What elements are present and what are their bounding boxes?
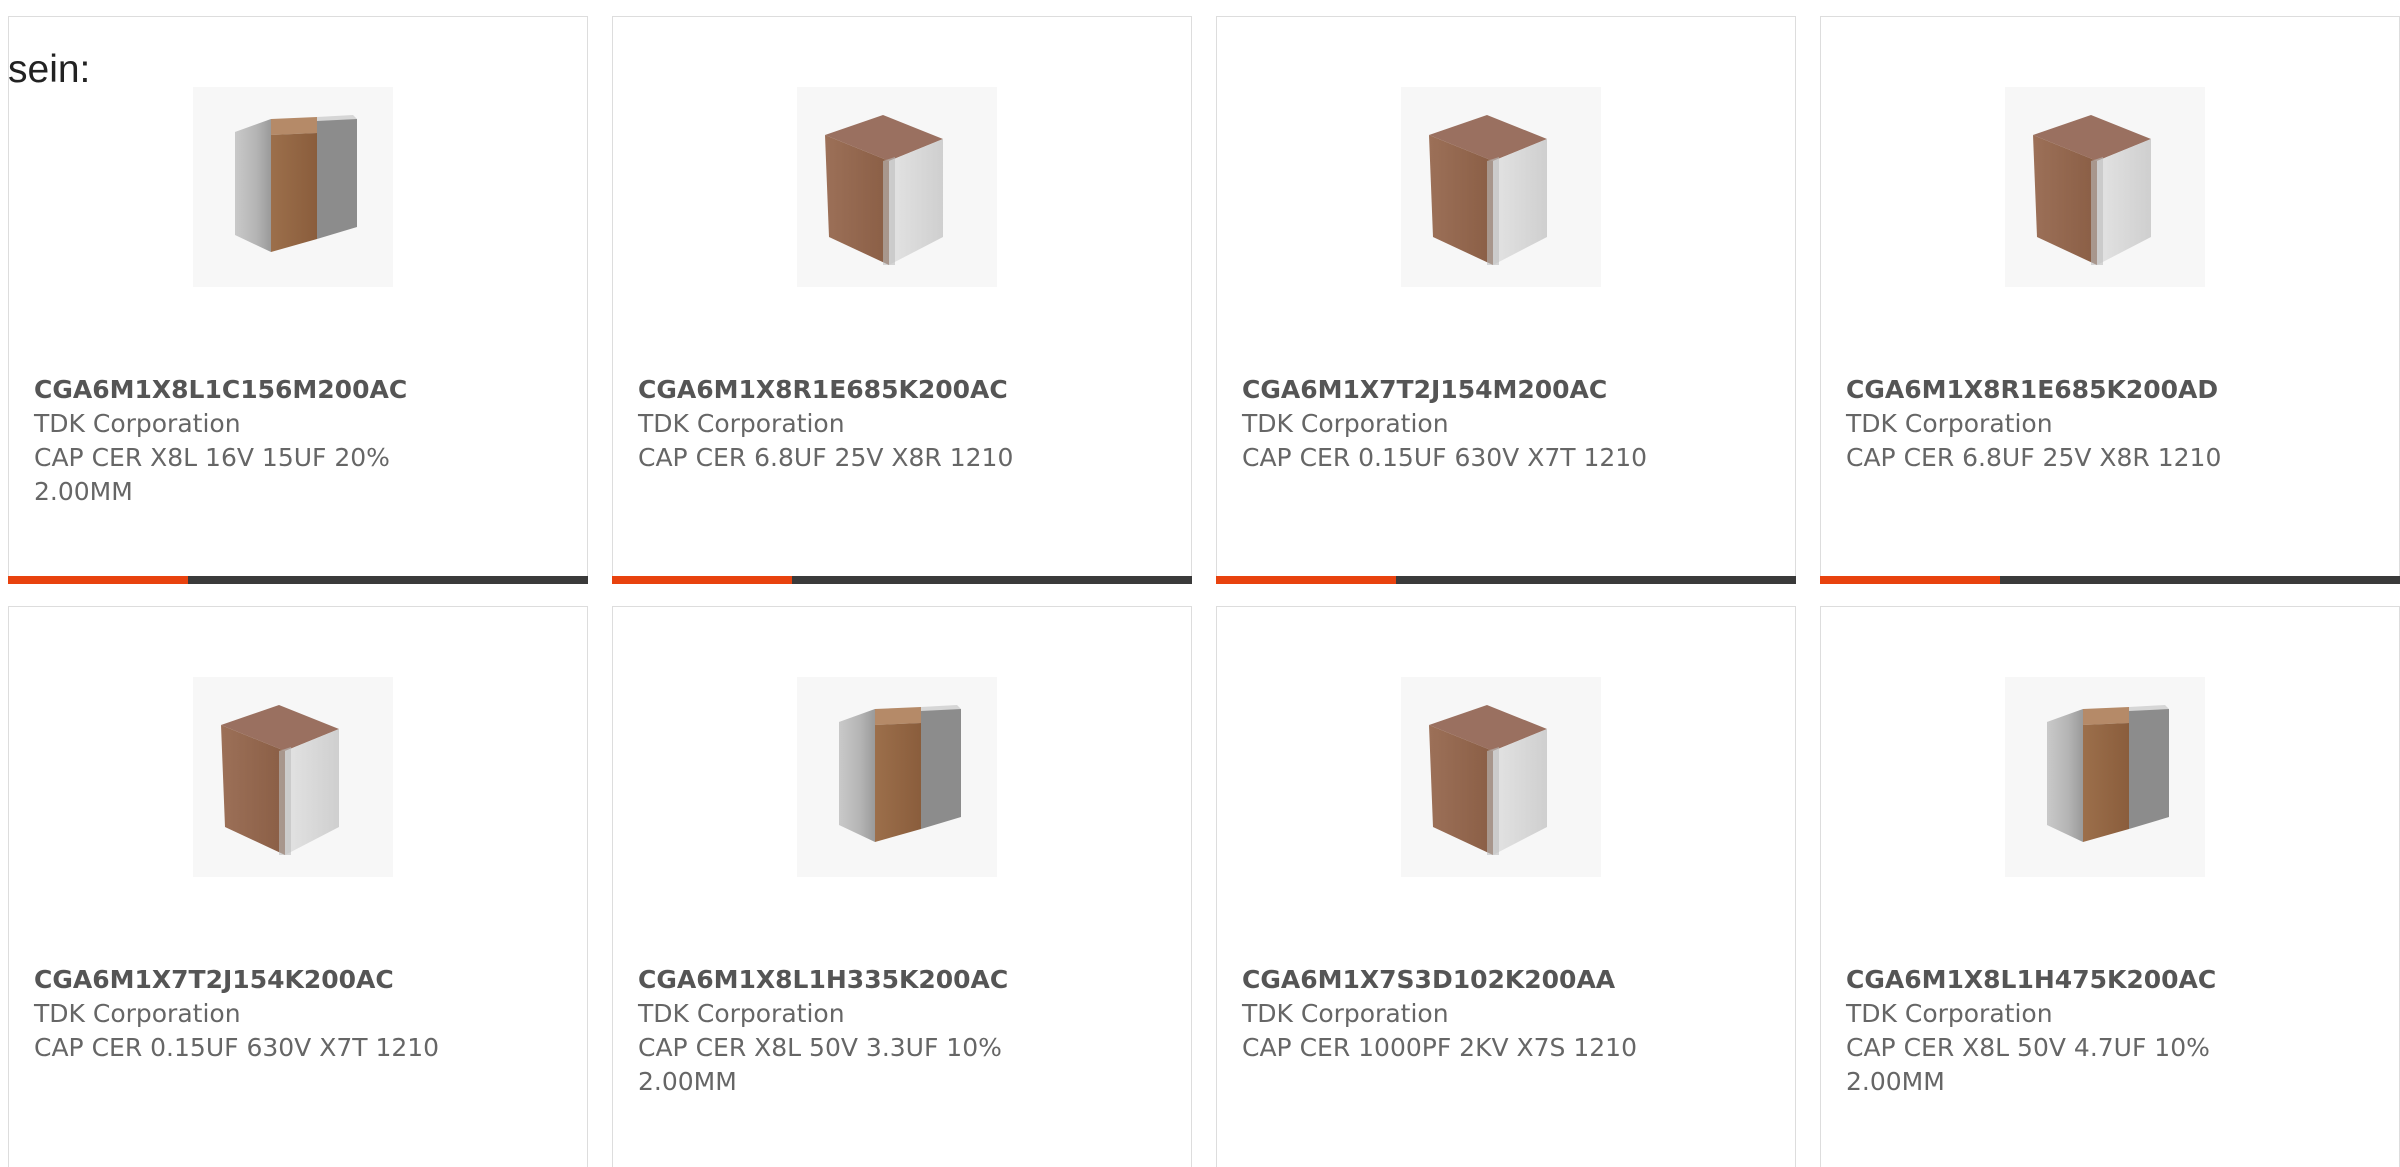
- card-progress-bar: [8, 576, 588, 584]
- capacitor-front-view-image[interactable]: [1401, 87, 1601, 287]
- card-progress-fill: [1820, 576, 2000, 584]
- product-info: CGA6M1X8L1C156M200AC TDK Corporation CAP C…: [34, 373, 454, 509]
- product-description: CAP CER 0.15UF 630V X7T 1210: [34, 1033, 440, 1062]
- card-progress-bar: [1216, 576, 1796, 584]
- manufacturer-label: TDK Corporation: [34, 999, 241, 1028]
- part-number-link[interactable]: CGA6M1X8L1C156M200AC: [34, 373, 454, 407]
- product-card[interactable]: CGA6M1X8L1H475K200AC TDK Corporation CAP C…: [1820, 606, 2400, 1167]
- capacitor-front-view-image[interactable]: [1401, 677, 1601, 877]
- manufacturer-label: TDK Corporation: [1846, 409, 2053, 438]
- product-info: CGA6M1X8L1H475K200AC TDK Corporation CAP C…: [1846, 963, 2266, 1099]
- part-number-link[interactable]: CGA6M1X7T2J154K200AC: [34, 963, 454, 997]
- product-card[interactable]: CGA6M1X7S3D102K200AA TDK Corporation CAP C…: [1216, 606, 1796, 1167]
- product-grid-page: sein: CGA6M1X8L1C156M200AC TDK Corporatio…: [0, 0, 2400, 1167]
- part-number-link[interactable]: CGA6M1X8L1H335K200AC: [638, 963, 1058, 997]
- product-card[interactable]: CGA6M1X7T2J154M200AC TDK Corporation CAP C…: [1216, 16, 1796, 584]
- product-card[interactable]: CGA6M1X8L1C156M200AC TDK Corporation CAP C…: [8, 16, 588, 584]
- part-number-link[interactable]: CGA6M1X8R1E685K200AC: [638, 373, 1058, 407]
- manufacturer-label: TDK Corporation: [1242, 409, 1449, 438]
- manufacturer-label: TDK Corporation: [1242, 999, 1449, 1028]
- product-description: CAP CER 1000PF 2KV X7S 1210: [1242, 1033, 1637, 1062]
- card-progress-bar: [612, 576, 1192, 584]
- part-number-link[interactable]: CGA6M1X7T2J154M200AC: [1242, 373, 1662, 407]
- product-info: CGA6M1X7T2J154K200AC TDK Corporation CAP C…: [34, 963, 454, 1065]
- product-info: CGA6M1X8R1E685K200AD TDK Corporation CAP C…: [1846, 373, 2266, 475]
- capacitor-side-view-image[interactable]: [193, 87, 393, 287]
- card-progress-bar: [1820, 576, 2400, 584]
- card-progress-fill: [1216, 576, 1396, 584]
- manufacturer-label: TDK Corporation: [638, 999, 845, 1028]
- product-info: CGA6M1X7T2J154M200AC TDK Corporation CAP C…: [1242, 373, 1662, 475]
- product-info: CGA6M1X8L1H335K200AC TDK Corporation CAP C…: [638, 963, 1058, 1099]
- card-progress-fill: [612, 576, 792, 584]
- product-card[interactable]: CGA6M1X8R1E685K200AD TDK Corporation CAP C…: [1820, 16, 2400, 584]
- product-info: CGA6M1X8R1E685K200AC TDK Corporation CAP C…: [638, 373, 1058, 475]
- capacitor-side-view-image[interactable]: [2005, 677, 2205, 877]
- capacitor-front-view-image[interactable]: [797, 87, 997, 287]
- capacitor-side-view-image[interactable]: [797, 677, 997, 877]
- product-info: CGA6M1X7S3D102K200AA TDK Corporation CAP C…: [1242, 963, 1662, 1065]
- manufacturer-label: TDK Corporation: [638, 409, 845, 438]
- capacitor-front-view-image[interactable]: [2005, 87, 2205, 287]
- product-description: CAP CER 6.8UF 25V X8R 1210: [1846, 443, 2222, 472]
- product-card[interactable]: CGA6M1X8R1E685K200AC TDK Corporation CAP C…: [612, 16, 1192, 584]
- product-description: CAP CER 0.15UF 630V X7T 1210: [1242, 443, 1648, 472]
- product-description: CAP CER X8L 50V 4.7UF 10% 2.00MM: [1846, 1033, 2210, 1096]
- product-description: CAP CER X8L 16V 15UF 20% 2.00MM: [34, 443, 390, 506]
- card-progress-fill: [8, 576, 188, 584]
- product-description: CAP CER 6.8UF 25V X8R 1210: [638, 443, 1014, 472]
- manufacturer-label: TDK Corporation: [34, 409, 241, 438]
- part-number-link[interactable]: CGA6M1X8R1E685K200AD: [1846, 373, 2266, 407]
- part-number-link[interactable]: CGA6M1X8L1H475K200AC: [1846, 963, 2266, 997]
- intro-text: sein:: [8, 48, 91, 91]
- product-description: CAP CER X8L 50V 3.3UF 10% 2.00MM: [638, 1033, 1002, 1096]
- part-number-link[interactable]: CGA6M1X7S3D102K200AA: [1242, 963, 1662, 997]
- capacitor-front-view-image[interactable]: [193, 677, 393, 877]
- product-card[interactable]: CGA6M1X8L1H335K200AC TDK Corporation CAP C…: [612, 606, 1192, 1167]
- product-card[interactable]: CGA6M1X7T2J154K200AC TDK Corporation CAP C…: [8, 606, 588, 1167]
- manufacturer-label: TDK Corporation: [1846, 999, 2053, 1028]
